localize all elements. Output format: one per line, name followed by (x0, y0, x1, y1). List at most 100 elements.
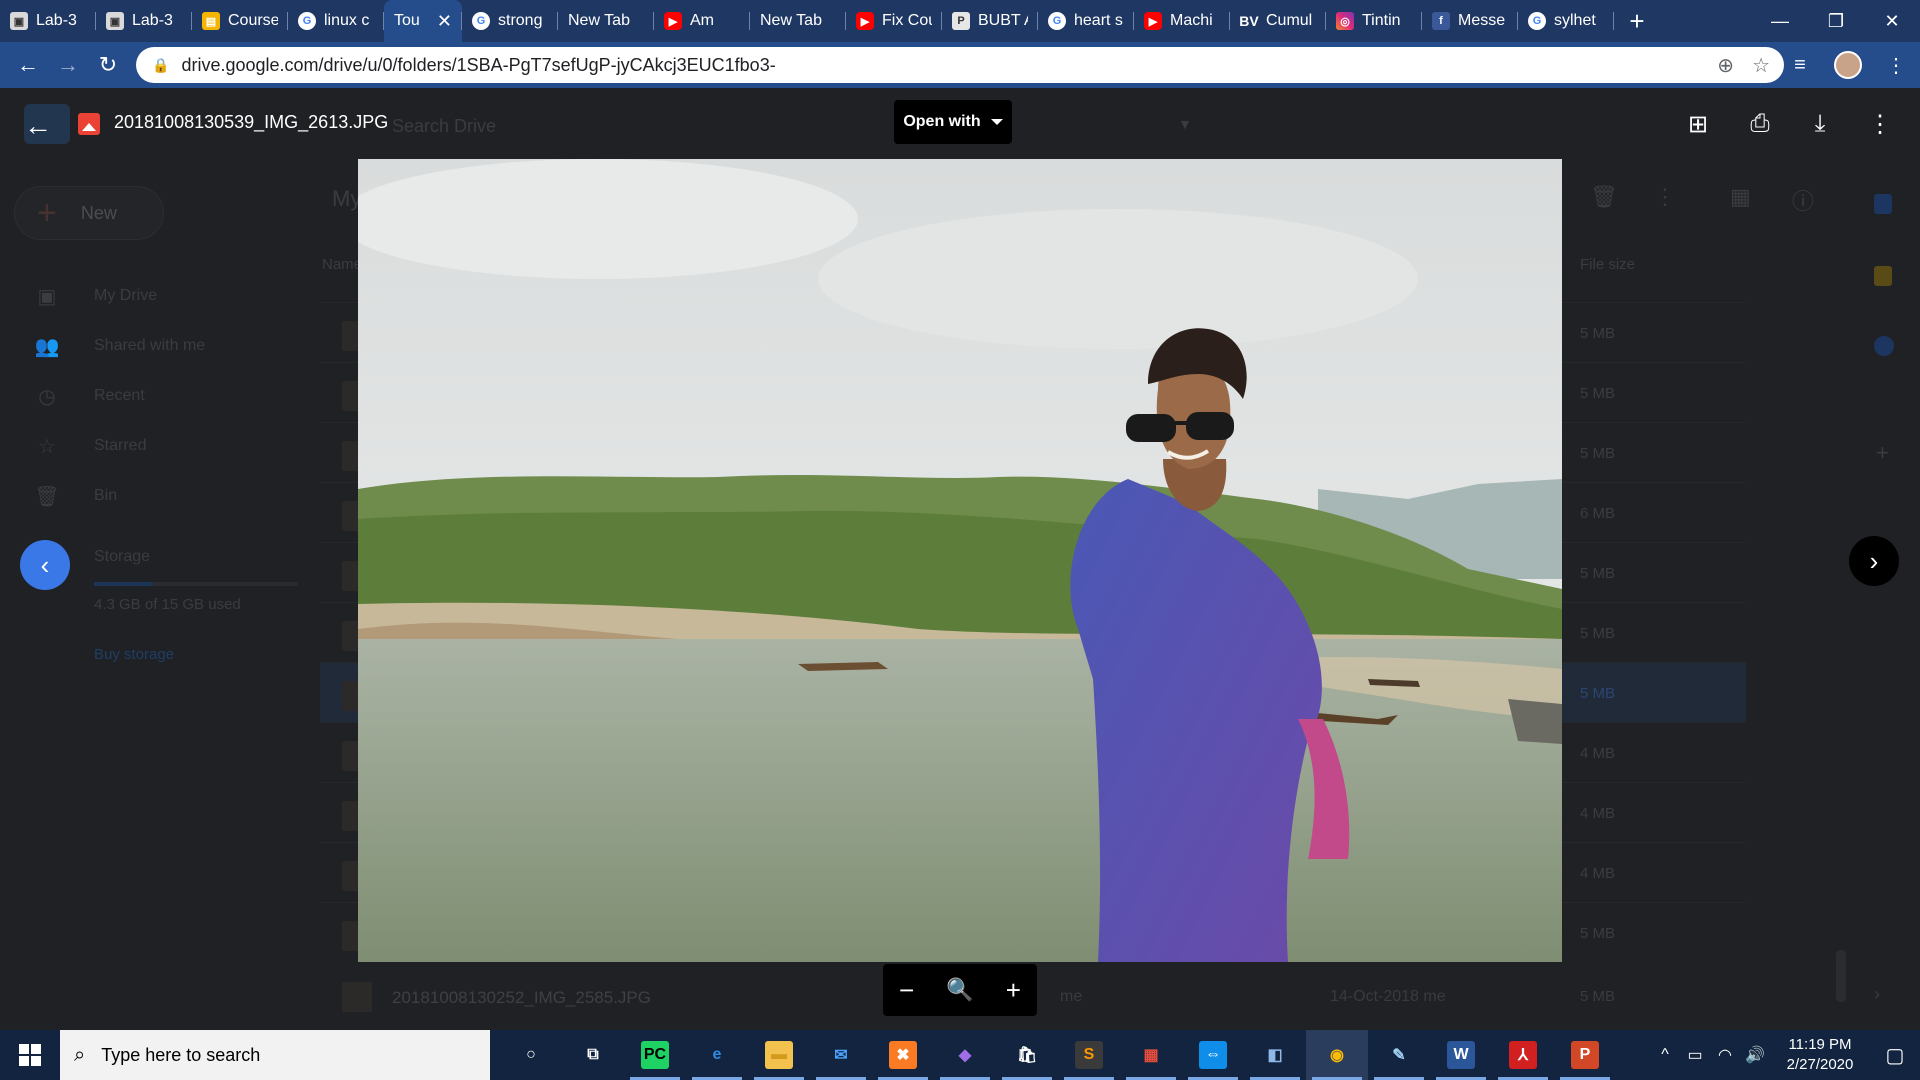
taskbar-chrome-button[interactable]: ◉ (1306, 1030, 1368, 1080)
storage-label: Storage (94, 548, 151, 565)
address-bar[interactable]: 🔒 drive.google.com/drive/u/0/folders/1SB… (136, 47, 1784, 83)
taskbar-word-button[interactable]: W (1430, 1030, 1492, 1080)
minimize-button[interactable]: — (1752, 0, 1808, 42)
sidebar-item[interactable]: ▣ My Drive (30, 278, 300, 314)
open-with-label: Open with (903, 113, 981, 130)
sidebar-item[interactable]: 👥 Shared with me (30, 328, 300, 364)
calendar-icon[interactable] (1874, 194, 1892, 214)
sidebar-item[interactable]: ◷ Recent (30, 378, 300, 414)
taskbar-edge-button[interactable]: e (686, 1030, 748, 1080)
browser-tab[interactable]: Gstrong (462, 0, 558, 42)
taskbar-xampp-button[interactable]: ✖ (872, 1030, 934, 1080)
media-control-icon[interactable]: ≡ (1786, 46, 1814, 84)
print-icon[interactable]: ⎙ (1742, 106, 1778, 142)
taskbar-acrobat-button[interactable]: ⅄ (1492, 1030, 1554, 1080)
download-icon[interactable]: ⤓ (1802, 106, 1838, 142)
chevron-up-icon[interactable]: ^ (1650, 1046, 1680, 1064)
info-icon[interactable]: ⓘ (1792, 184, 1814, 216)
collapse-sidebar-button[interactable]: ‹ (20, 540, 70, 590)
close-viewer-button[interactable]: ← (24, 110, 52, 142)
tab-title: Lab-3 (132, 12, 173, 29)
browser-tab[interactable]: ◎ Tintin (1326, 0, 1422, 42)
browser-tab[interactable]: Glinux c (288, 0, 384, 42)
forward-button[interactable]: → (48, 45, 88, 85)
file-name[interactable]: 20181008130252_IMG_2585.JPG (392, 988, 651, 1008)
browser-tab[interactable]: New Tab (558, 0, 654, 42)
more-vert-icon[interactable]: ⋮ (1654, 184, 1676, 210)
battery-icon[interactable]: ▭ (1680, 1045, 1710, 1065)
taskbar-task-view-button[interactable]: ⧉ (562, 1030, 624, 1080)
maximize-button[interactable]: ❐ (1808, 0, 1864, 42)
virtualbox-icon: ◧ (1267, 1047, 1283, 1064)
taskbar-visual-studio-button[interactable]: ◆ (934, 1030, 996, 1080)
next-file-button[interactable]: › (1849, 536, 1899, 586)
clock[interactable]: 11:19 PM 2/27/2020 (1770, 1035, 1870, 1075)
browser-tab[interactable]: ▶ Machi (1134, 0, 1230, 42)
browser-tab[interactable]: ▣ Lab-3 (0, 0, 96, 42)
notification-center-icon[interactable]: ▢ (1870, 1030, 1920, 1080)
taskbar-store-button[interactable]: 🛍 (996, 1030, 1058, 1080)
tab-title: Fix Cou (882, 12, 932, 29)
back-button[interactable]: ← (8, 45, 48, 85)
sidebar-item[interactable]: ☆ Starred (30, 428, 300, 464)
google-favicon-icon: G (472, 12, 490, 30)
install-app-icon[interactable]: ⊕ (1717, 53, 1734, 78)
keep-icon[interactable] (1874, 266, 1892, 286)
taskbar-cortana-button[interactable]: ○ (500, 1030, 562, 1080)
new-button[interactable]: + New (14, 186, 164, 240)
open-with-button[interactable]: Open with (894, 100, 1012, 144)
taskbar-search-box[interactable]: ⌕ Type here to search (60, 1030, 490, 1080)
volume-icon[interactable]: 🔊 (1740, 1045, 1770, 1065)
tab-title: Tou (394, 12, 420, 29)
zoom-out-button[interactable]: − (899, 975, 914, 1006)
browser-tab[interactable]: Gheart s (1038, 0, 1134, 42)
browser-toolbar: ← → ↻ 🔒 drive.google.com/drive/u/0/folde… (0, 42, 1920, 88)
scrollbar[interactable] (1836, 950, 1846, 1002)
tab-title: Cumul (1266, 12, 1313, 29)
start-button[interactable] (0, 1030, 60, 1080)
notepad-icon: ✎ (1392, 1047, 1406, 1064)
browser-tab[interactable]: ▲Tou✕ (384, 0, 462, 42)
chrome-menu-icon[interactable]: ⋮ (1882, 46, 1910, 84)
taskbar-teamviewer-button[interactable]: ⇔ (1182, 1030, 1244, 1080)
close-tab-icon[interactable]: ✕ (437, 11, 452, 32)
column-header-name[interactable]: Name (322, 256, 362, 273)
reload-button[interactable]: ↻ (88, 45, 128, 85)
taskbar-powerpoint-button[interactable]: P (1554, 1030, 1616, 1080)
browser-tab[interactable]: P BUBT A (942, 0, 1038, 42)
buy-storage-link[interactable]: Buy storage (94, 646, 174, 663)
close-window-button[interactable]: ✕ (1864, 0, 1920, 42)
lock-icon: 🔒 (152, 56, 170, 73)
taskbar-sublime-button[interactable]: S (1058, 1030, 1120, 1080)
taskbar-virtualbox-button[interactable]: ◧ (1244, 1030, 1306, 1080)
taskbar-mail-button[interactable]: ✉ (810, 1030, 872, 1080)
zoom-in-button[interactable]: + (1006, 975, 1021, 1006)
wifi-icon[interactable]: ◠ (1710, 1045, 1740, 1065)
browser-tab[interactable]: New Tab (750, 0, 846, 42)
add-addon-icon[interactable]: + (1876, 440, 1889, 466)
new-tab-button[interactable]: + (1614, 0, 1660, 42)
browser-tab[interactable]: f Messe (1422, 0, 1518, 42)
taskbar-file-explorer-button[interactable]: ▬ (748, 1030, 810, 1080)
chevron-right-icon[interactable]: › (1874, 984, 1880, 1005)
zoom-icon[interactable]: 🔍 (946, 977, 973, 1003)
bookmark-star-icon[interactable]: ☆ (1752, 53, 1770, 78)
browser-tab[interactable]: ▣ Lab-3 (96, 0, 192, 42)
more-actions-icon[interactable]: ⋮ (1862, 106, 1898, 142)
add-to-drive-icon[interactable]: ⊞ (1680, 106, 1716, 142)
trash-icon[interactable]: 🗑 (1590, 184, 1618, 210)
browser-tab[interactable]: ▤ Course (192, 0, 288, 42)
url-text[interactable]: drive.google.com/drive/u/0/folders/1SBA-… (181, 55, 775, 76)
browser-tab[interactable]: ▶ Fix Cou (846, 0, 942, 42)
column-header-size[interactable]: File size (1580, 256, 1635, 273)
profile-avatar-button[interactable] (1834, 46, 1862, 84)
browser-tab[interactable]: ▶ Am (654, 0, 750, 42)
browser-tab[interactable]: Gsylhet (1518, 0, 1614, 42)
tasks-icon[interactable] (1874, 336, 1894, 356)
browser-tab[interactable]: BV Cumul (1230, 0, 1326, 42)
sidebar-item[interactable]: 🗑 Bin (30, 478, 300, 514)
taskbar-pycharm-button[interactable]: PC (624, 1030, 686, 1080)
taskbar-notepad-button[interactable]: ✎ (1368, 1030, 1430, 1080)
grid-view-icon[interactable]: ▦ (1730, 184, 1751, 210)
taskbar-windows-app-button[interactable]: ▦ (1120, 1030, 1182, 1080)
